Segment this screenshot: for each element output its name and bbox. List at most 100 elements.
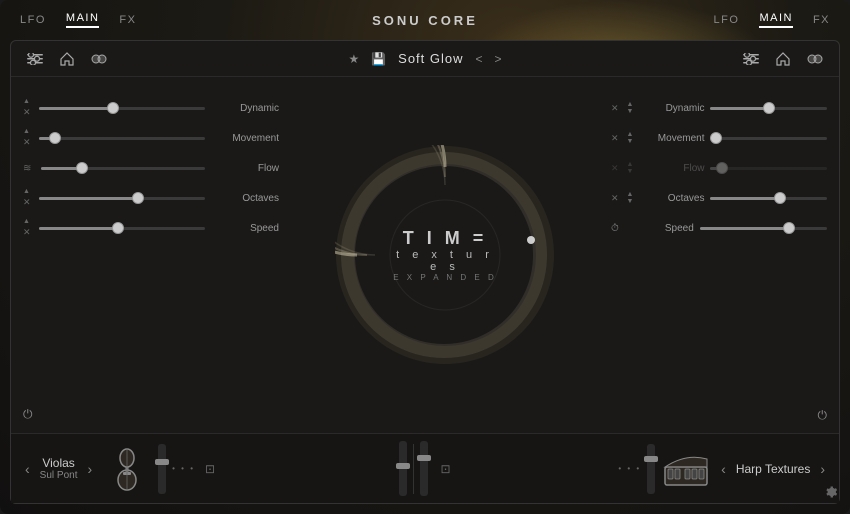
arrow-up-movement-left[interactable]: ▲	[23, 128, 31, 136]
logo: SONU CORE	[372, 13, 478, 28]
cross-dynamic-left[interactable]: ✕	[23, 107, 31, 118]
multi-icon-right[interactable]	[803, 47, 827, 71]
tab-bar-left: LFO MAIN FX	[20, 12, 136, 28]
center-visual: T I M = t e x t u r e s E X P A N D E D	[291, 77, 599, 433]
inst-next-left[interactable]: ›	[83, 457, 96, 481]
tab-lfo-right[interactable]: LFO	[714, 14, 740, 26]
arrow-up-dynamic-left[interactable]: ▲	[23, 98, 31, 106]
cross-dynamic-right[interactable]: ✕	[611, 103, 619, 114]
slider-octaves-right[interactable]	[710, 197, 827, 200]
arrow-down-movement-right[interactable]: ▼	[627, 138, 634, 145]
arrow-down-flow-right[interactable]: ▼	[627, 168, 634, 175]
label-movement-right: Movement	[639, 133, 704, 144]
slider-movement-left[interactable]	[39, 137, 205, 140]
control-row-dynamic-right: ✕ ▲ ▼ Dynamic	[611, 95, 827, 121]
center-logo: T I M = t e x t u r e s E X P A N D E D	[390, 228, 500, 282]
cross-movement-left[interactable]: ✕	[23, 137, 31, 148]
slider-speed-right[interactable]	[700, 227, 827, 230]
arrow-up-movement-right[interactable]: ▲	[627, 131, 634, 138]
toolbar-right	[627, 47, 827, 71]
tab-main-right[interactable]: MAIN	[759, 12, 793, 28]
toolbar-left	[23, 47, 223, 71]
center-fader-right[interactable]	[420, 441, 428, 496]
tab-fx-left[interactable]: FX	[119, 14, 136, 26]
export-icon-center[interactable]: ⊡	[440, 462, 450, 476]
arrow-up-flow-right[interactable]: ▲	[627, 161, 634, 168]
tilde-flow-left[interactable]: ≋	[23, 163, 31, 174]
center-fader-left[interactable]	[399, 441, 407, 496]
cross-octaves-left[interactable]: ✕	[23, 197, 31, 208]
mixer-icon-left[interactable]	[23, 47, 47, 71]
multi-icon-left[interactable]	[87, 47, 111, 71]
instrument-center: ⊡	[311, 441, 539, 496]
inst-prev-right[interactable]: ‹	[717, 457, 730, 481]
content-area: ▲ ✕ Dynamic ▲ ✕	[11, 77, 839, 433]
nav-prev[interactable]: <	[476, 52, 483, 66]
time-logo-text: T I M =	[390, 228, 500, 249]
arrow-down-dynamic-right[interactable]: ▼	[627, 108, 634, 115]
control-row-movement-left: ▲ ✕ Movement	[23, 125, 279, 151]
clock-icon-right: ⏱	[611, 223, 619, 234]
dots-menu-left[interactable]: • • •	[172, 464, 195, 473]
piano-icon	[661, 444, 711, 494]
expanded-logo-text: E X P A N D E D	[390, 273, 500, 282]
slider-movement-right[interactable]	[710, 137, 827, 140]
fader-right[interactable]	[647, 444, 655, 494]
label-flow-left: Flow	[211, 163, 279, 174]
home-icon-left[interactable]	[55, 47, 79, 71]
control-row-octaves-left: ▲ ✕ Octaves	[23, 185, 279, 211]
slider-dynamic-left[interactable]	[39, 107, 205, 110]
tab-bar-center: SONU CORE	[372, 13, 478, 28]
cross-movement-right[interactable]: ✕	[611, 133, 619, 144]
mixer-icon-right[interactable]	[739, 47, 763, 71]
instrument-right: • • •	[539, 444, 839, 494]
slider-speed-left[interactable]	[39, 227, 205, 230]
arrow-up-speed-left[interactable]: ▲	[23, 218, 31, 226]
slider-flow-right[interactable]	[710, 167, 827, 170]
cross-speed-left[interactable]: ✕	[23, 227, 31, 238]
bookmark-icon[interactable]: ★	[348, 52, 359, 66]
main-container: LFO MAIN FX SONU CORE LFO MAIN FX	[0, 0, 850, 514]
arrow-up-dynamic-right[interactable]: ▲	[627, 101, 634, 108]
label-dynamic-left: Dynamic	[211, 103, 279, 114]
control-row-dynamic-left: ▲ ✕ Dynamic	[23, 95, 279, 121]
cross-octaves-right[interactable]: ✕	[611, 193, 619, 204]
main-panel: ★ 💾 Soft Glow < >	[10, 40, 840, 504]
fader-left[interactable]	[158, 444, 166, 494]
preset-name: Soft Glow	[398, 51, 463, 66]
nav-next[interactable]: >	[495, 52, 502, 66]
tab-fx-right[interactable]: FX	[813, 14, 830, 26]
power-icon-left[interactable]: ⏻	[23, 407, 33, 421]
control-row-flow-right: ✕ ▲ ▼ Flow	[611, 155, 827, 181]
inst-prev-left[interactable]: ‹	[21, 457, 34, 481]
slider-dynamic-right[interactable]	[710, 107, 827, 110]
control-row-octaves-right: ✕ ▲ ▼ Octaves	[611, 185, 827, 211]
ring-container: T I M = t e x t u r e s E X P A N D E D	[335, 145, 555, 365]
save-icon[interactable]: 💾	[371, 52, 386, 66]
slider-octaves-left[interactable]	[39, 197, 205, 200]
label-flow-right: Flow	[639, 163, 704, 174]
label-octaves-left: Octaves	[211, 193, 279, 204]
export-icon-left[interactable]: ⊡	[205, 462, 215, 476]
arrow-up-octaves-left[interactable]: ▲	[23, 188, 31, 196]
tab-main-left[interactable]: MAIN	[66, 12, 100, 28]
gear-icon[interactable]	[824, 485, 838, 502]
tab-bar: LFO MAIN FX SONU CORE LFO MAIN FX	[0, 0, 850, 40]
cross-flow-right[interactable]: ✕	[611, 163, 619, 174]
slider-flow-left[interactable]	[41, 167, 205, 170]
inst-name-left: Violas	[42, 456, 74, 470]
inst-next-right[interactable]: ›	[816, 457, 829, 481]
arrow-down-octaves-right[interactable]: ▼	[627, 198, 634, 205]
dots-menu-right[interactable]: • • •	[618, 464, 641, 473]
power-icon-right[interactable]: ⏻	[818, 408, 828, 423]
label-speed-left: Speed	[211, 223, 279, 234]
textures-logo-text: t e x t u r e s	[390, 249, 500, 273]
inst-name-right: Harp Textures	[736, 462, 810, 476]
inst-type-left: Sul Pont	[40, 470, 78, 481]
arrow-up-octaves-right[interactable]: ▲	[627, 191, 634, 198]
tab-bar-right: LFO MAIN FX	[714, 12, 830, 28]
home-icon-right[interactable]	[771, 47, 795, 71]
tab-lfo-left[interactable]: LFO	[20, 14, 46, 26]
violin-icon	[102, 444, 152, 494]
inst-info-left: Violas Sul Pont	[40, 456, 78, 481]
